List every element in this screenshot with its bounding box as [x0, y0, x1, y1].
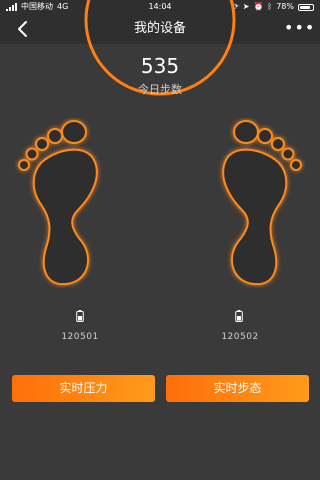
realtime-gait-button[interactable]: 实时步态 [166, 375, 309, 402]
alarm-icon: ⏰ [253, 2, 264, 11]
right-device-id: 120502 [221, 332, 259, 342]
battery-icon [76, 310, 84, 322]
bluetooth-icon: ᛒ [267, 2, 273, 11]
step-count-label: 今日步数 [138, 83, 182, 96]
realtime-pressure-button[interactable]: 实时压力 [12, 375, 155, 402]
battery-icon [235, 310, 243, 322]
back-button[interactable] [12, 19, 36, 39]
battery-percent: 78% [276, 2, 294, 11]
chevron-left-icon [18, 21, 27, 37]
location-icon: ➤ [242, 2, 250, 11]
more-button[interactable]: ••• [284, 20, 314, 36]
device-screen: 中国移动 4G 14:04 ⟳ ➤ ⏰ ᛒ 78% 我的设备 ••• 535 今… [0, 0, 320, 480]
step-count: 535 [140, 54, 180, 78]
battery-icon [298, 3, 314, 11]
left-foot-icon [18, 120, 98, 286]
left-device-id: 120501 [61, 332, 99, 342]
right-foot-icon [222, 120, 302, 286]
status-right: ⟳ ➤ ⏰ ᛒ 78% [232, 0, 314, 14]
